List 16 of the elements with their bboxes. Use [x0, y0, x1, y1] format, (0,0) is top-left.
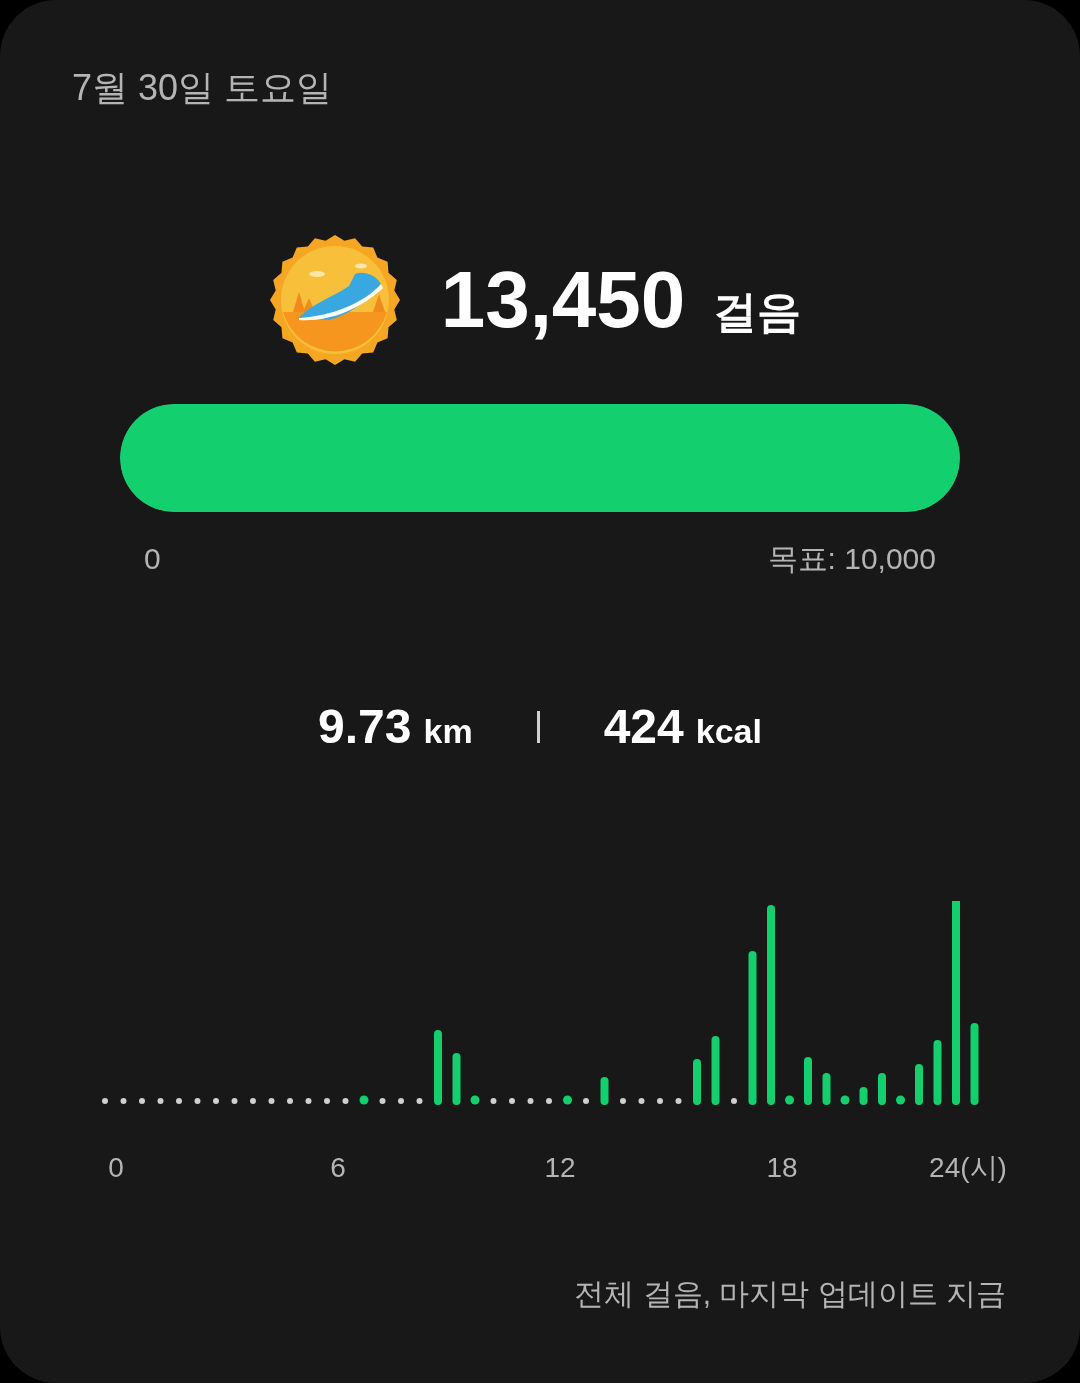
stat-unit: km [423, 714, 473, 748]
axis-label: 24(시) [929, 1151, 1007, 1185]
step-unit: 걸음 [713, 290, 802, 334]
stat-value: 9.73 [318, 703, 412, 751]
axis-label: 18 [766, 1151, 798, 1185]
stat-value: 424 [603, 703, 684, 751]
axis-label: 6 [330, 1151, 346, 1185]
step-count: 13,450 [440, 260, 686, 340]
goal-label: 목표: 10,000 [767, 541, 936, 577]
progress-start-label: 0 [144, 541, 161, 577]
update-status-text: 전체 걸음, 마지막 업데이트 지금 [574, 1276, 1006, 1312]
date-title: 7월 30일 토요일 [72, 67, 333, 108]
axis-label: 12 [544, 1151, 576, 1185]
stat-unit: kcal [695, 714, 762, 748]
axis-label: 0 [108, 1151, 124, 1185]
sneaker-badge-icon [268, 234, 401, 366]
